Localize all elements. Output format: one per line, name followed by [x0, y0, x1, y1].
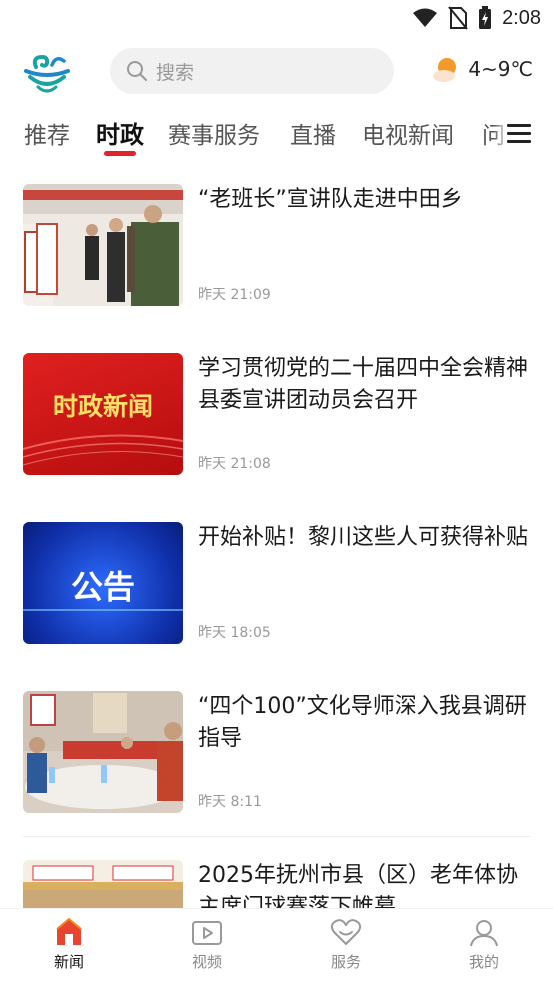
nav-profile[interactable]: 我的 — [444, 917, 524, 972]
search-icon — [127, 61, 147, 81]
category-tabs: 推荐 时政 赛事服务 直播 电视新闻 问 — [0, 108, 553, 160]
home-icon — [56, 917, 82, 945]
news-item[interactable]: 2025年抚州市县（区）老年体协主席门球赛落下帷幕 — [23, 860, 530, 908]
news-time: 昨天 18:05 — [198, 625, 271, 641]
no-sim-icon — [448, 6, 468, 30]
tab-live[interactable]: 直播 — [290, 116, 336, 150]
wifi-icon — [413, 8, 438, 27]
news-time: 昨天 21:08 — [198, 456, 271, 472]
weather-sunny-cloudy-icon — [433, 58, 457, 82]
tab-recommend[interactable]: 推荐 — [24, 116, 70, 150]
menu-icon[interactable] — [507, 124, 531, 144]
bottom-nav: 新闻 视频 服务 我的 — [0, 908, 553, 983]
weather-temp: 4~9℃ — [468, 57, 533, 81]
nav-profile-label: 我的 — [468, 953, 499, 971]
active-tab-indicator — [104, 151, 136, 156]
news-time: 昨天 8:11 — [198, 794, 262, 810]
app-logo[interactable] — [22, 49, 72, 95]
tab-events[interactable]: 赛事服务 — [168, 116, 260, 150]
nav-news-label: 新闻 — [53, 953, 84, 971]
nav-video[interactable]: 视频 — [167, 917, 247, 972]
news-title: “四个100”文化导师深入我县调研指导 — [198, 694, 527, 751]
nav-services-label: 服务 — [330, 953, 361, 971]
news-item[interactable]: 时政新闻 学习贯彻党的二十届四中全会精神县委宣讲团动员会召开 昨天 21:08 — [23, 353, 530, 475]
news-title: 学习贯彻党的二十届四中全会精神县委宣讲团动员会召开 — [198, 356, 529, 413]
status-bar: 2:08 — [0, 0, 553, 38]
news-title: 开始补贴！黎川这些人可获得补贴 — [198, 525, 529, 550]
nav-video-label: 视频 — [191, 953, 222, 971]
thumbnail-label: 公告 — [70, 568, 135, 606]
tab-tv-news[interactable]: 电视新闻 — [362, 116, 454, 150]
nav-news[interactable]: 新闻 — [29, 917, 109, 972]
video-icon — [192, 921, 222, 945]
battery-icon — [479, 6, 492, 29]
news-thumbnail — [23, 184, 183, 306]
news-feed: “老班长”宣讲队走进中田乡 昨天 21:09 时政新闻 学习贯彻党的二十届四中全… — [0, 168, 553, 908]
tab-politics[interactable]: 时政 — [96, 115, 144, 150]
user-icon — [470, 920, 498, 947]
news-thumbnail: 时政新闻 — [23, 353, 183, 475]
divider — [23, 836, 530, 837]
weather-widget[interactable]: 4~9℃ — [432, 54, 533, 84]
news-title: 2025年抚州市县（区）老年体协主席门球赛落下帷幕 — [198, 863, 518, 908]
status-time: 2:08 — [502, 6, 541, 29]
news-title: “老班长”宣讲队走进中田乡 — [198, 187, 463, 212]
news-thumbnail — [23, 691, 183, 813]
news-thumbnail: 公告 — [23, 522, 183, 644]
news-item[interactable]: 公告 开始补贴！黎川这些人可获得补贴 昨天 18:05 — [23, 522, 530, 644]
news-thumbnail — [23, 860, 183, 908]
news-item[interactable]: “老班长”宣讲队走进中田乡 昨天 21:09 — [23, 184, 530, 306]
heart-icon — [330, 919, 362, 945]
header: 搜索 4~9℃ — [0, 44, 553, 100]
news-time: 昨天 21:09 — [198, 287, 271, 303]
search-placeholder: 搜索 — [156, 61, 195, 84]
search-input[interactable]: 搜索 — [110, 48, 394, 94]
nav-services[interactable]: 服务 — [306, 917, 386, 972]
news-item[interactable]: “四个100”文化导师深入我县调研指导 昨天 8:11 — [23, 691, 530, 813]
thumbnail-label: 时政新闻 — [52, 392, 153, 421]
